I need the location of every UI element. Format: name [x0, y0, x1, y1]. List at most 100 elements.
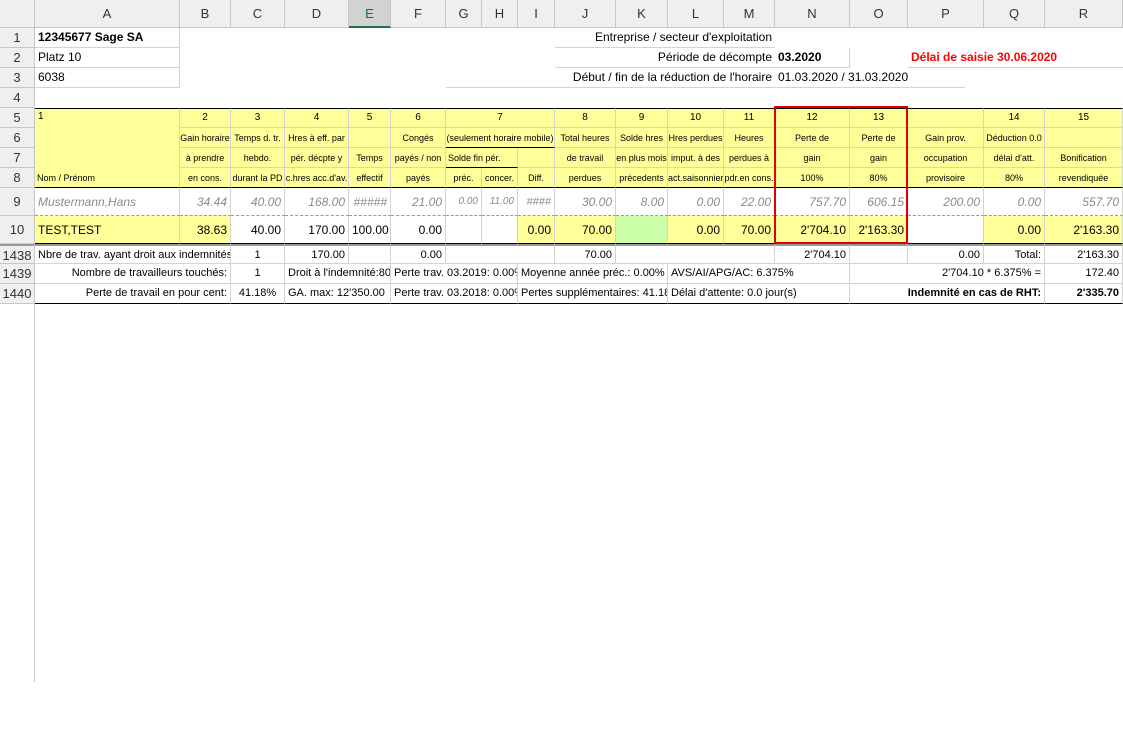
summary-social-calc[interactable]: 2'704.10 * 6.375% =: [850, 264, 1045, 284]
summary-affected-count[interactable]: 1: [231, 264, 285, 284]
summary-provisional[interactable]: 0.00: [908, 244, 984, 264]
row-header-1[interactable]: 1: [0, 28, 35, 48]
column-header-D[interactable]: D: [285, 0, 349, 28]
summary-rht-value[interactable]: 2'335.70: [1045, 284, 1123, 304]
column-header-B[interactable]: B: [180, 0, 231, 28]
row-header-5[interactable]: 5: [0, 108, 35, 128]
employee-effective-time[interactable]: 100.00: [349, 216, 391, 244]
column-header-E[interactable]: E: [349, 0, 391, 28]
row-header-10[interactable]: 10: [0, 216, 35, 244]
employee-bonification[interactable]: 2'163.30: [1045, 216, 1123, 244]
employee-extra-hours-balance[interactable]: [616, 216, 668, 244]
example-col4[interactable]: 168.00: [285, 188, 349, 216]
period-label[interactable]: Période de décompte: [555, 48, 775, 68]
column-header-L[interactable]: L: [668, 0, 724, 28]
example-colP[interactable]: 200.00: [908, 188, 984, 216]
employee-hours-to-consider[interactable]: 70.00: [724, 216, 775, 244]
summary-entitlement[interactable]: Droit à l'indemnité:80%: [285, 264, 391, 284]
column-header-A[interactable]: A: [35, 0, 180, 28]
example-col7-concer[interactable]: 11.00: [482, 188, 518, 216]
row-header-4[interactable]: 4: [0, 88, 35, 108]
employee-loss-80[interactable]: 2'163.30: [850, 216, 908, 244]
colP-h1: Gain prov.: [908, 128, 984, 148]
example-col3[interactable]: 40.00: [231, 188, 285, 216]
example-col10[interactable]: 0.00: [668, 188, 724, 216]
employee-hourly-wage[interactable]: 38.63: [180, 216, 231, 244]
employee-name[interactable]: TEST,TEST: [35, 216, 180, 244]
row-header-1440[interactable]: 1440: [0, 284, 35, 304]
example-col11[interactable]: 22.00: [724, 188, 775, 216]
deadline-value[interactable]: Délai de saisie 30.06.2020: [908, 48, 1123, 68]
summary-loss-2019[interactable]: Perte trav. 03.2019: 0.00%: [391, 264, 518, 284]
column-header-M[interactable]: M: [724, 0, 775, 28]
row-header-6[interactable]: 6: [0, 128, 35, 148]
summary-ga-max[interactable]: GA. max: 12'350.00: [285, 284, 391, 304]
column-header-P[interactable]: P: [908, 0, 984, 28]
column-header-H[interactable]: H: [482, 0, 518, 28]
summary-social-value[interactable]: 172.40: [1045, 264, 1123, 284]
column-header-O[interactable]: O: [850, 0, 908, 28]
column-header-K[interactable]: K: [616, 0, 668, 28]
example-col13[interactable]: 606.15: [850, 188, 908, 216]
range-value[interactable]: 01.03.2020 / 31.03.2020: [775, 68, 965, 88]
column-header-J[interactable]: J: [555, 0, 616, 28]
row-header-1438[interactable]: 1438: [0, 244, 35, 264]
summary-social-rate[interactable]: AVS/AI/APG/AC: 6.375%: [668, 264, 850, 284]
example-col8[interactable]: 30.00: [555, 188, 616, 216]
column-header-Q[interactable]: Q: [984, 0, 1045, 28]
summary-hours-due[interactable]: 170.00: [285, 244, 349, 264]
summary-avg-prev-year[interactable]: Moyenne année préc.: 0.00%: [518, 264, 668, 284]
summary-loss-percent[interactable]: 41.18%: [231, 284, 285, 304]
summary-holidays[interactable]: 0.00: [391, 244, 446, 264]
summary-lost-hours[interactable]: 70.00: [555, 244, 616, 264]
employee-total-lost-hours[interactable]: 70.00: [555, 216, 616, 244]
employee-solde-concer[interactable]: [482, 216, 518, 244]
employee-seasonal-hours[interactable]: 0.00: [668, 216, 724, 244]
example-col7-prec[interactable]: 0.00: [446, 188, 482, 216]
example-col7-diff[interactable]: ####: [518, 188, 555, 216]
column-header-F[interactable]: F: [391, 0, 446, 28]
company-zip[interactable]: 6038: [35, 68, 180, 88]
example-col9[interactable]: 8.00: [616, 188, 668, 216]
example-name[interactable]: Mustermann,Hans: [35, 188, 180, 216]
employee-provisional-gain[interactable]: [908, 216, 984, 244]
company-id-name[interactable]: 12345677 Sage SA: [35, 28, 180, 48]
employee-solde-prec[interactable]: [446, 216, 482, 244]
summary-total-value[interactable]: 2'163.30: [1045, 244, 1123, 264]
employee-diff[interactable]: 0.00: [518, 216, 555, 244]
select-all-corner[interactable]: [0, 0, 35, 28]
summary-loss-2018[interactable]: Perte trav. 03.2018: 0.00%: [391, 284, 518, 304]
company-street[interactable]: Platz 10: [35, 48, 180, 68]
summary-waiting-period[interactable]: Délai d'attente: 0.0 jour(s): [668, 284, 850, 304]
column-header-R[interactable]: R: [1045, 0, 1123, 28]
col7-number: 7: [446, 108, 555, 128]
row-header-1439[interactable]: 1439: [0, 264, 35, 284]
summary-eligible-count[interactable]: 1: [231, 244, 285, 264]
period-value[interactable]: 03.2020: [775, 48, 850, 68]
employee-loss-100[interactable]: 2'704.10: [775, 216, 850, 244]
employee-holidays[interactable]: 0.00: [391, 216, 446, 244]
employee-hours-due[interactable]: 170.00: [285, 216, 349, 244]
row-header-8[interactable]: 8: [0, 168, 35, 188]
example-col5[interactable]: #####: [349, 188, 391, 216]
summary-loss-100[interactable]: 2'704.10: [775, 244, 850, 264]
summary-extra-losses[interactable]: Pertes supplémentaires: 41.18%: [518, 284, 668, 304]
example-col12[interactable]: 757.70: [775, 188, 850, 216]
sector-label[interactable]: Entreprise / secteur d'exploitation: [555, 28, 775, 48]
column-header-G[interactable]: G: [446, 0, 482, 28]
row-header-3[interactable]: 3: [0, 68, 35, 88]
employee-deduction[interactable]: 0.00: [984, 216, 1045, 244]
example-col2[interactable]: 34.44: [180, 188, 231, 216]
column-header-C[interactable]: C: [231, 0, 285, 28]
example-col6[interactable]: 21.00: [391, 188, 446, 216]
column-header-I[interactable]: I: [518, 0, 555, 28]
row-header-2[interactable]: 2: [0, 48, 35, 68]
row-header-9[interactable]: 9: [0, 188, 35, 216]
range-label[interactable]: Début / fin de la réduction de l'horaire: [446, 68, 775, 88]
example-col14[interactable]: 0.00: [984, 188, 1045, 216]
column-header-N[interactable]: N: [775, 0, 850, 28]
example-col15[interactable]: 557.70: [1045, 188, 1123, 216]
employee-weekly-hours[interactable]: 40.00: [231, 216, 285, 244]
col15-number: 15: [1045, 108, 1123, 128]
row-header-7[interactable]: 7: [0, 148, 35, 168]
